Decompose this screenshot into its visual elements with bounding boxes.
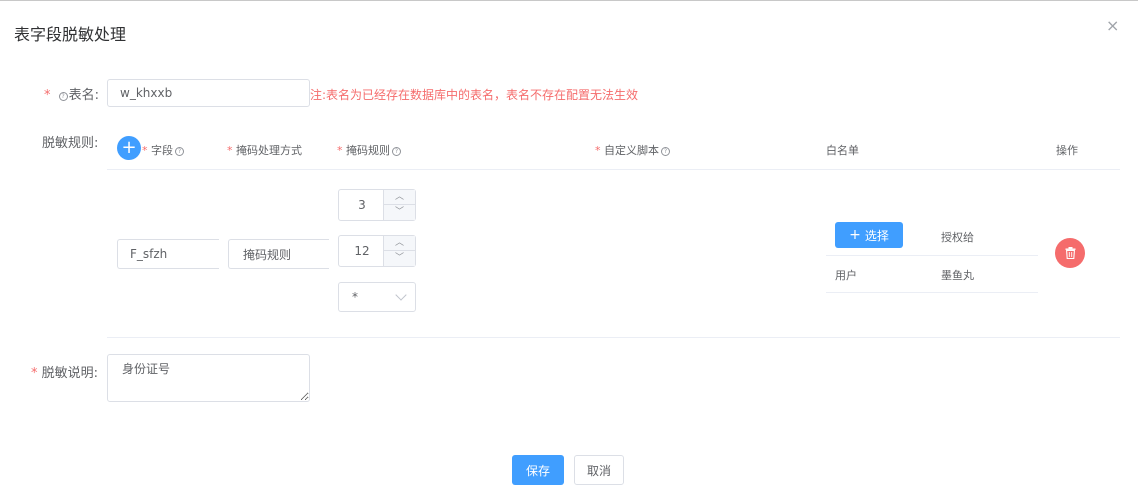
- delete-rule-button[interactable]: [1055, 238, 1085, 268]
- rules-label: 脱敏规则:: [42, 136, 99, 151]
- required-mark: *: [44, 88, 51, 103]
- description-textarea[interactable]: 身份证号: [107, 354, 310, 402]
- table-name-input[interactable]: w_khxxb: [107, 79, 310, 107]
- chevron-down-icon[interactable]: ﹀: [384, 251, 415, 266]
- cancel-button[interactable]: 取消: [574, 455, 624, 485]
- mask-method-input[interactable]: 掩码规则: [228, 239, 329, 269]
- stepper-value: 3: [358, 198, 366, 212]
- whitelist-entry-name: 墨鱼丸: [941, 269, 974, 282]
- close-icon[interactable]: ×: [1106, 18, 1120, 34]
- header-custom-script: * 自定义脚本?: [595, 142, 670, 158]
- stepper-value: 12: [354, 244, 370, 258]
- question-icon: ?: [58, 92, 68, 101]
- plus-icon: +: [849, 227, 861, 243]
- save-button[interactable]: 保存: [512, 455, 564, 485]
- header-field: * 字段?: [142, 142, 184, 158]
- mask-char-select[interactable]: *: [338, 282, 416, 312]
- question-icon: ?: [392, 147, 401, 156]
- table-name-hint: 注:表名为已经存在数据库中的表名，表名不存在配置无法生效: [310, 88, 639, 102]
- whitelist-bottom-divider: [826, 292, 1038, 293]
- dialog-title: 表字段脱敏处理: [14, 25, 127, 44]
- whitelist-entry-type: 用户: [835, 269, 857, 282]
- trash-icon: [1065, 247, 1075, 259]
- chevron-down-icon[interactable]: ﹀: [384, 205, 415, 220]
- mask-rule-start-stepper[interactable]: 3 ︿ ﹀: [338, 189, 416, 221]
- header-mask-rule: * 掩码规则?: [337, 142, 401, 158]
- mask-rule-length-stepper[interactable]: 12 ︿ ﹀: [338, 235, 416, 267]
- header-actions: 操作: [1056, 144, 1078, 157]
- chevron-down-icon: [395, 289, 407, 301]
- header-whitelist: 白名单: [826, 144, 859, 157]
- add-rule-button[interactable]: +: [117, 136, 141, 160]
- grant-to-label: 授权给: [941, 231, 974, 244]
- chevron-up-icon[interactable]: ︿: [384, 190, 415, 205]
- plus-icon: +: [121, 137, 137, 158]
- header-mask-method: * 掩码处理方式: [227, 144, 302, 157]
- header-divider: [107, 169, 1120, 170]
- chevron-up-icon[interactable]: ︿: [384, 236, 415, 251]
- table-name-label: * ? 表名:: [44, 88, 100, 103]
- description-label: * 脱敏说明:: [31, 366, 99, 381]
- question-icon: ?: [661, 147, 670, 156]
- question-icon: ?: [175, 147, 184, 156]
- whitelist-divider: [826, 255, 1038, 256]
- top-border: [0, 0, 1138, 1]
- mask-char-value: *: [352, 290, 358, 304]
- select-whitelist-button[interactable]: + 选择: [835, 222, 903, 248]
- rules-bottom-divider: [107, 337, 1120, 338]
- field-input[interactable]: F_sfzh: [117, 239, 219, 269]
